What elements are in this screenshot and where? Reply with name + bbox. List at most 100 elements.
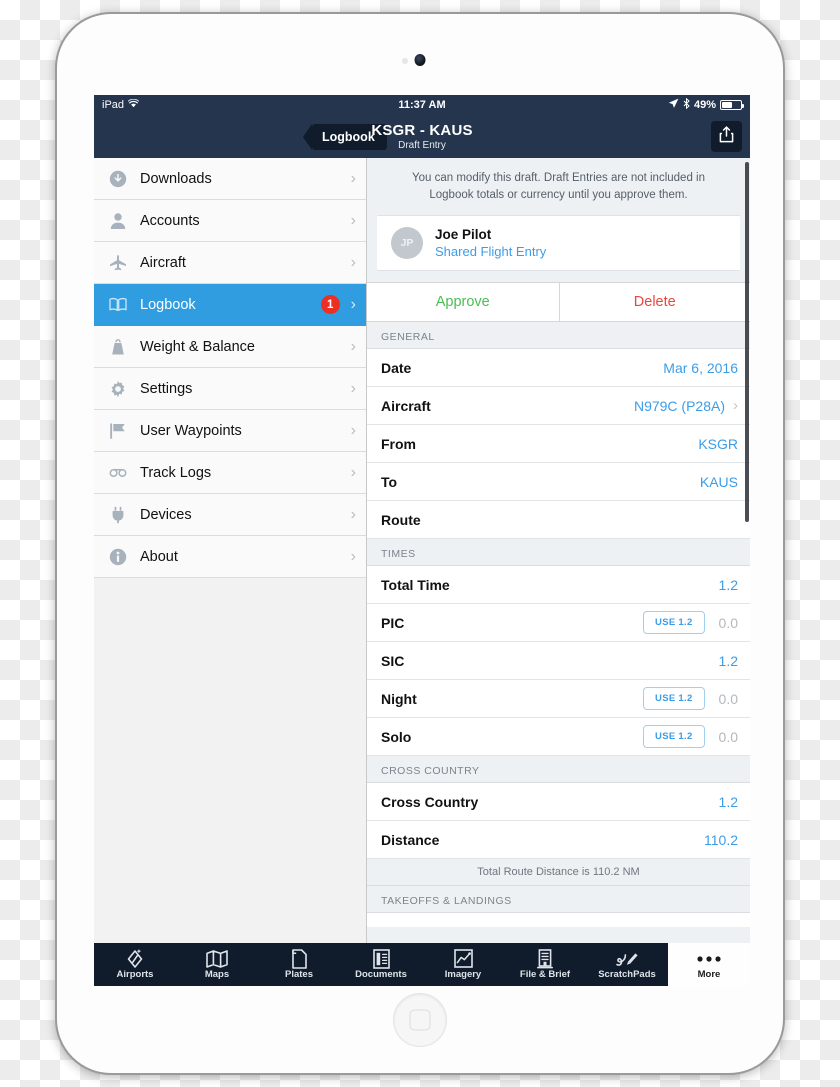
delete-button[interactable]: Delete [558,283,751,322]
draft-actions: Approve Delete [367,282,751,323]
tab-file-brief[interactable]: File & Brief [504,943,586,986]
form-row-solo[interactable]: Solo USE 1.2 0.0 [367,718,750,757]
form-row-from[interactable]: From KSGR [367,425,750,464]
tab-airports[interactable]: Airports [94,943,176,986]
status-bar-clock: 11:37 AM [398,99,446,111]
plug-icon [107,506,129,524]
row-value: 1.2 [718,576,738,593]
imagery-chart-icon [453,949,473,968]
home-button[interactable] [393,993,447,1047]
bluetooth-icon [683,97,690,112]
sidebar-item-settings[interactable]: Settings › [94,368,366,410]
sidebar-item-label: Downloads [140,170,212,187]
row-value: N979C (P28A) [633,397,725,414]
location-arrow-icon [668,98,679,112]
form-sections: GENERAL Date Mar 6, 2016 Aircraft N979C (P28… [367,322,750,928]
sidebar-badge: 1 [320,295,340,314]
sidebar-item-label: Aircraft [140,254,186,271]
sidebar-item-label: Logbook [140,296,196,313]
sidebar-item-aircraft[interactable]: Aircraft › [94,242,366,284]
row-label: PIC [381,614,405,631]
use-time-button[interactable]: USE 1.2 [643,725,705,749]
chevron-right-icon: › [350,463,356,481]
row-value: 110.2 [704,831,738,848]
tab-maps[interactable]: Maps [176,943,258,986]
sidebar-item-about[interactable]: About › [94,536,366,578]
tab-label: Plates [285,968,313,980]
battery-icon [720,100,744,110]
page-subtitle: Draft Entry [398,140,446,151]
row-label: Aircraft [381,397,431,414]
device-name-label: iPad [102,99,125,111]
tab-label: More [697,968,721,980]
form-row-date[interactable]: Date Mar 6, 2016 [367,349,750,388]
form-row-partial[interactable] [367,913,750,928]
airplane-icon [107,254,129,272]
building-icon [537,948,553,968]
chevron-right-icon: › [350,211,356,229]
share-button[interactable] [711,121,742,152]
sidebar-item-label: Devices [140,506,192,523]
vertical-scrollbar[interactable] [745,162,749,522]
row-label: Cross Country [381,793,479,810]
sidebar-item-label: About [140,548,178,565]
ellipsis-icon [696,950,722,968]
nav-title-group: KSGR - KAUS Draft Entry [94,122,750,151]
sidebar-item-devices[interactable]: Devices › [94,494,366,536]
sidebar-item-label: Track Logs [140,464,212,481]
chevron-right-icon: › [350,169,356,187]
tab-imagery[interactable]: Imagery [422,943,504,986]
form-row-distance[interactable]: Distance 110.2 [367,821,750,860]
sidebar-item-user-waypoints[interactable]: User Waypoints › [94,410,366,452]
status-bar-left: iPad [102,98,140,111]
sidebar-item-label: Settings [140,380,193,397]
use-time-button[interactable]: USE 1.2 [643,687,705,711]
chevron-right-icon: › [350,337,356,355]
open-book-icon [107,296,129,314]
documents-icon [372,948,390,969]
section-header: CROSS COUNTRY [367,756,750,784]
person-icon [107,212,129,230]
shared-flight-entry-link[interactable]: Shared Flight Entry [435,244,546,259]
shared-entry-card[interactable]: JP Joe Pilot Shared Flight Entry [377,215,740,272]
sidebar-item-weight-balance[interactable]: Weight & Balance › [94,326,366,368]
form-row-route[interactable]: Route [367,501,750,540]
tab-bar: Airports Maps Plates Documents Imagery File &… [94,943,750,986]
form-row-sic[interactable]: SIC 1.2 [367,642,750,681]
detail-scroll-area[interactable]: You can modify this draft. Draft Entries… [367,158,750,943]
form-row-cross-country[interactable]: Cross Country 1.2 [367,783,750,822]
tab-more[interactable]: More [668,943,750,986]
form-row-pic[interactable]: PIC USE 1.2 0.0 [367,604,750,643]
sidebar-filler [94,578,366,943]
pencil-icon [615,950,639,968]
sidebar-item-label: Accounts [140,212,200,229]
row-label: To [381,473,398,490]
plate-icon [291,948,308,969]
ambient-sensor [402,58,408,64]
wifi-icon [127,98,140,111]
form-row-aircraft[interactable]: Aircraft N979C (P28A) › [367,387,750,426]
sidebar-item-downloads[interactable]: Downloads › [94,158,366,200]
navigation-bar: Logbook KSGR - KAUS Draft Entry [94,115,750,158]
weight-icon [107,338,129,356]
sidebar-item-logbook[interactable]: Logbook 1 › [94,284,366,326]
form-row-night[interactable]: Night USE 1.2 0.0 [367,680,750,719]
sidebar-item-track-logs[interactable]: Track Logs › [94,452,366,494]
chevron-right-icon: › [350,295,356,313]
tab-plates[interactable]: Plates [258,943,340,986]
section-header: TAKEOFFS & LANDINGS [367,886,750,914]
chevron-right-icon: › [733,397,738,415]
sidebar-item-accounts[interactable]: Accounts › [94,200,366,242]
tab-scratchpads[interactable]: ScratchPads [586,943,668,986]
info-icon [107,548,129,566]
ipad-screen: iPad 11:37 AM 49% Logbook KSGR - KAUS Dr… [94,95,750,986]
tab-documents[interactable]: Documents [340,943,422,986]
track-log-icon [107,464,129,482]
tab-label: ScratchPads [598,968,656,980]
row-value: 1.2 [718,793,738,810]
approve-button[interactable]: Approve [367,283,559,321]
form-row-total-time[interactable]: Total Time 1.2 [367,566,750,605]
form-row-to[interactable]: To KAUS [367,463,750,502]
use-time-button[interactable]: USE 1.2 [643,611,705,635]
back-button-logbook[interactable]: Logbook [303,123,387,150]
